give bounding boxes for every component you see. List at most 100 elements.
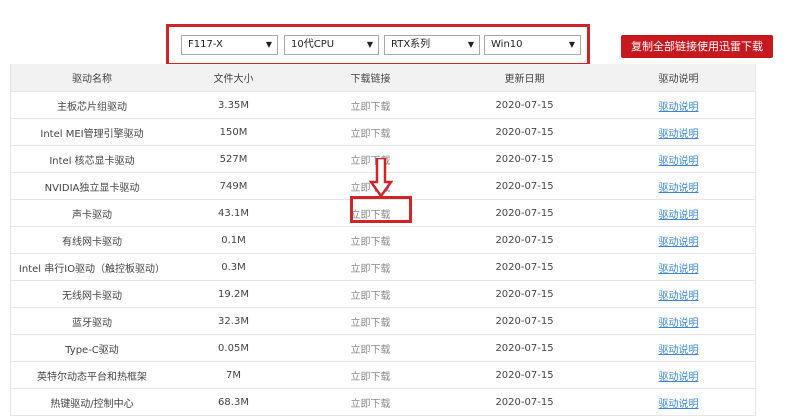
file-size-cell: 43.1M xyxy=(173,208,294,219)
download-link[interactable]: 立即下载 xyxy=(351,318,391,329)
header-date: 更新日期 xyxy=(504,74,545,85)
arrow-down-icon xyxy=(369,158,393,198)
cpu-select-value: 10代CPU xyxy=(291,39,335,50)
chevron-down-icon: ▼ xyxy=(568,40,575,49)
driver-info-link[interactable]: 驱动说明 xyxy=(659,399,699,410)
table-row: Intel 串行IO驱动（触控板驱动） 0.3M 立即下载 2020-07-15 驱动说… xyxy=(11,254,755,281)
download-link-cell: 立即下载 xyxy=(294,368,447,383)
file-size: 527M xyxy=(219,153,248,165)
update-date-cell: 2020-07-15 xyxy=(447,397,602,408)
table-row: 主板芯片组驱动 3.35M 立即下载 2020-07-15 驱动说明 xyxy=(11,92,755,119)
driver-name-cell: 蓝牙驱动 xyxy=(11,314,173,329)
table-row: 蓝牙驱动 32.3M 立即下载 2020-07-15 驱动说明 xyxy=(11,308,755,335)
update-date-cell: 2020-07-15 xyxy=(447,127,602,138)
table-row: 无线网卡驱动 19.2M 立即下载 2020-07-15 驱动说明 xyxy=(11,281,755,308)
file-size-cell: 32.3M xyxy=(173,316,294,327)
download-highlight-box xyxy=(350,196,412,223)
download-link[interactable]: 立即下载 xyxy=(351,102,391,113)
driver-name: NVIDIA独立显卡驱动 xyxy=(44,182,140,194)
download-link[interactable]: 立即下载 xyxy=(351,345,391,356)
driver-name-cell: Type-C驱动 xyxy=(11,341,173,356)
update-date: 2020-07-15 xyxy=(495,234,554,246)
download-link[interactable]: 立即下载 xyxy=(351,264,391,275)
file-size: 0.05M xyxy=(218,342,249,354)
chevron-down-icon: ▼ xyxy=(265,40,272,49)
driver-info-link-cell: 驱动说明 xyxy=(602,233,755,248)
file-size: 3.35M xyxy=(218,99,249,111)
chevron-down-icon: ▼ xyxy=(467,40,474,49)
file-size-cell: 3.35M xyxy=(173,100,294,111)
download-link-cell: 立即下载 xyxy=(294,341,447,356)
download-all-button[interactable]: 复制全部链接使用迅雷下载 xyxy=(621,35,773,58)
os-select-value: Win10 xyxy=(491,39,523,50)
download-link[interactable]: 立即下载 xyxy=(351,291,391,302)
update-date-cell: 2020-07-15 xyxy=(447,289,602,300)
driver-info-link[interactable]: 驱动说明 xyxy=(659,129,699,140)
update-date-cell: 2020-07-15 xyxy=(447,343,602,354)
driver-name-cell: 有线网卡驱动 xyxy=(11,233,173,248)
table-header: 驱动名称 文件大小 下载链接 更新日期 驱动说明 xyxy=(11,64,755,92)
update-date: 2020-07-15 xyxy=(495,261,554,273)
file-size: 150M xyxy=(219,126,248,138)
download-link[interactable]: 立即下载 xyxy=(351,129,391,140)
table-row: 英特尔动态平台和热框架 7M 立即下载 2020-07-15 驱动说明 xyxy=(11,362,755,389)
driver-info-link[interactable]: 驱动说明 xyxy=(659,264,699,275)
file-size-cell: 527M xyxy=(173,154,294,165)
driver-name-cell: 无线网卡驱动 xyxy=(11,287,173,302)
download-link[interactable]: 立即下载 xyxy=(351,399,391,410)
driver-info-link[interactable]: 驱动说明 xyxy=(659,210,699,221)
file-size: 32.3M xyxy=(218,315,249,327)
download-link[interactable]: 立即下载 xyxy=(351,372,391,383)
update-date: 2020-07-15 xyxy=(495,396,554,408)
update-date-cell: 2020-07-15 xyxy=(447,316,602,327)
header-size: 文件大小 xyxy=(213,74,254,85)
driver-name-cell: Intel MEI管理引擎驱动 xyxy=(11,125,173,140)
download-link-cell: 立即下载 xyxy=(294,314,447,329)
file-size: 19.2M xyxy=(218,288,249,300)
header-link: 下载链接 xyxy=(350,74,391,85)
update-date-cell: 2020-07-15 xyxy=(447,181,602,192)
model-select-value: F117-X xyxy=(188,39,223,50)
file-size: 0.3M xyxy=(221,261,246,273)
driver-info-link[interactable]: 驱动说明 xyxy=(659,372,699,383)
driver-info-link-cell: 驱动说明 xyxy=(602,368,755,383)
table-row: Intel MEI管理引擎驱动 150M 立即下载 2020-07-15 驱动说明 xyxy=(11,119,755,146)
driver-info-link[interactable]: 驱动说明 xyxy=(659,237,699,248)
table-row: 热键驱动/控制中心 68.3M 立即下载 2020-07-15 驱动说明 xyxy=(11,389,755,416)
cpu-select[interactable]: 10代CPU ▼ xyxy=(284,35,379,55)
update-date: 2020-07-15 xyxy=(495,153,554,165)
update-date: 2020-07-15 xyxy=(495,288,554,300)
driver-info-link[interactable]: 驱动说明 xyxy=(659,156,699,167)
driver-name: 主板芯片组驱动 xyxy=(57,101,127,113)
download-link-cell: 立即下载 xyxy=(294,260,447,275)
update-date-cell: 2020-07-15 xyxy=(447,208,602,219)
update-date: 2020-07-15 xyxy=(495,207,554,219)
driver-info-link[interactable]: 驱动说明 xyxy=(659,318,699,329)
update-date: 2020-07-15 xyxy=(495,369,554,381)
driver-name: Intel 串行IO驱动（触控板驱动） xyxy=(18,263,166,275)
driver-name: 蓝牙驱动 xyxy=(72,317,112,329)
driver-name-cell: Intel 串行IO驱动（触控板驱动） xyxy=(11,260,173,275)
driver-name: 热键驱动/控制中心 xyxy=(50,398,134,410)
driver-info-link[interactable]: 驱动说明 xyxy=(659,291,699,302)
table-row: Type-C驱动 0.05M 立即下载 2020-07-15 驱动说明 xyxy=(11,335,755,362)
os-select[interactable]: Win10 ▼ xyxy=(484,35,581,55)
gpu-select[interactable]: RTX系列 ▼ xyxy=(384,35,480,55)
driver-info-link[interactable]: 驱动说明 xyxy=(659,102,699,113)
driver-info-link[interactable]: 驱动说明 xyxy=(659,345,699,356)
driver-name-cell: 热键驱动/控制中心 xyxy=(11,395,173,410)
driver-name: Intel 核芯显卡驱动 xyxy=(49,155,135,167)
download-link-cell: 立即下载 xyxy=(294,395,447,410)
file-size: 0.1M xyxy=(221,234,246,246)
file-size: 749M xyxy=(219,180,248,192)
download-link[interactable]: 立即下载 xyxy=(351,237,391,248)
driver-info-link-cell: 驱动说明 xyxy=(602,179,755,194)
model-select[interactable]: F117-X ▼ xyxy=(181,35,278,55)
update-date: 2020-07-15 xyxy=(495,180,554,192)
driver-info-link[interactable]: 驱动说明 xyxy=(659,183,699,194)
download-link-cell: 立即下载 xyxy=(294,287,447,302)
file-size-cell: 0.3M xyxy=(173,262,294,273)
file-size-cell: 19.2M xyxy=(173,289,294,300)
driver-info-link-cell: 驱动说明 xyxy=(602,395,755,410)
driver-table: 驱动名称 文件大小 下载链接 更新日期 驱动说明 主板芯片组驱动 3.35M 立即下… xyxy=(10,64,756,416)
